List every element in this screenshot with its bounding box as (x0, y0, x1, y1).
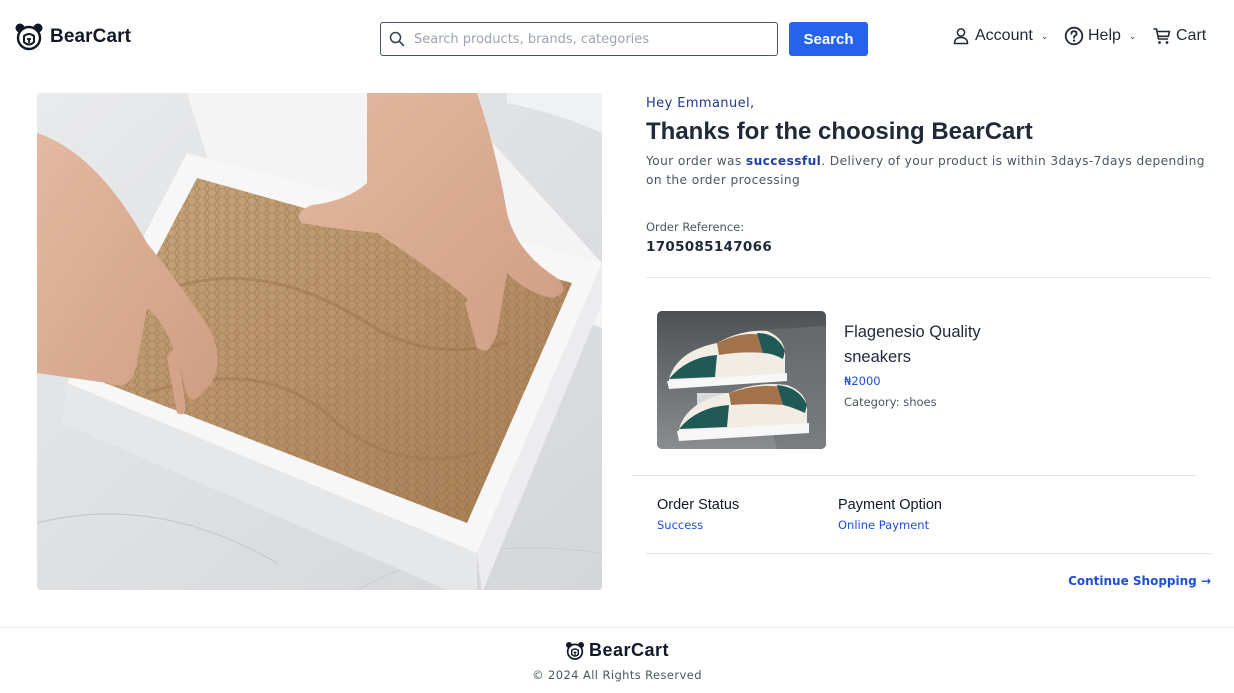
account-menu[interactable]: Account ⌄ (951, 26, 1048, 46)
footer-brand-name: BearCart (588, 640, 670, 660)
payment-option-label: Payment Option (838, 497, 942, 513)
bear-logo-icon (565, 641, 584, 660)
search-icon (389, 31, 405, 47)
search-button[interactable]: Search (789, 22, 868, 56)
product-price: ₦2000 (844, 374, 881, 388)
brand-logo[interactable]: BearCart (14, 22, 131, 52)
copyright-text: © 2024 All Rights Reserved (532, 668, 702, 682)
cart-link[interactable]: Cart (1152, 26, 1206, 46)
divider (646, 553, 1211, 554)
order-status-value: Success (657, 518, 704, 532)
order-status-label: Order Status (657, 497, 740, 513)
account-label: Account (975, 27, 1033, 44)
divider (646, 277, 1211, 278)
message-prefix: Your order was (646, 154, 746, 168)
order-reference-label: Order Reference: (646, 220, 745, 234)
product-image[interactable] (657, 311, 826, 449)
divider (632, 475, 1197, 476)
order-status-highlight: successful (745, 154, 822, 168)
cart-label: Cart (1176, 27, 1207, 44)
order-hero-image (37, 93, 602, 590)
help-menu[interactable]: Help ⌄ (1064, 26, 1136, 46)
continue-shopping-link[interactable]: Continue Shopping → (1068, 574, 1211, 588)
confirmation-message: Your order was successful. Delivery of y… (646, 152, 1206, 190)
payment-option-value: Online Payment (838, 518, 930, 532)
bear-logo-icon (15, 23, 43, 51)
brand-name: BearCart (50, 26, 132, 47)
chevron-down-icon: ⌄ (1128, 30, 1137, 41)
confirmation-title: Thanks for the choosing BearCart (646, 118, 1033, 145)
user-icon (953, 28, 969, 45)
product-name[interactable]: Flagenesio Quality sneakers (844, 320, 1014, 370)
help-circle-icon (1064, 26, 1084, 46)
help-label: Help (1088, 27, 1121, 44)
chevron-down-icon: ⌄ (1040, 30, 1049, 41)
greeting-text: Hey Emmanuel, (646, 96, 755, 111)
order-reference-value: 1705085147066 (646, 239, 773, 255)
cart-icon (1153, 28, 1171, 44)
search-field[interactable] (380, 22, 778, 56)
product-category: Category: shoes (844, 395, 937, 409)
footer-divider (0, 627, 1234, 628)
search-input[interactable] (414, 31, 754, 47)
footer-brand[interactable]: BearCart (0, 640, 1234, 661)
top-header: BearCart Search Account ⌄ Help ⌄ (0, 0, 1234, 76)
